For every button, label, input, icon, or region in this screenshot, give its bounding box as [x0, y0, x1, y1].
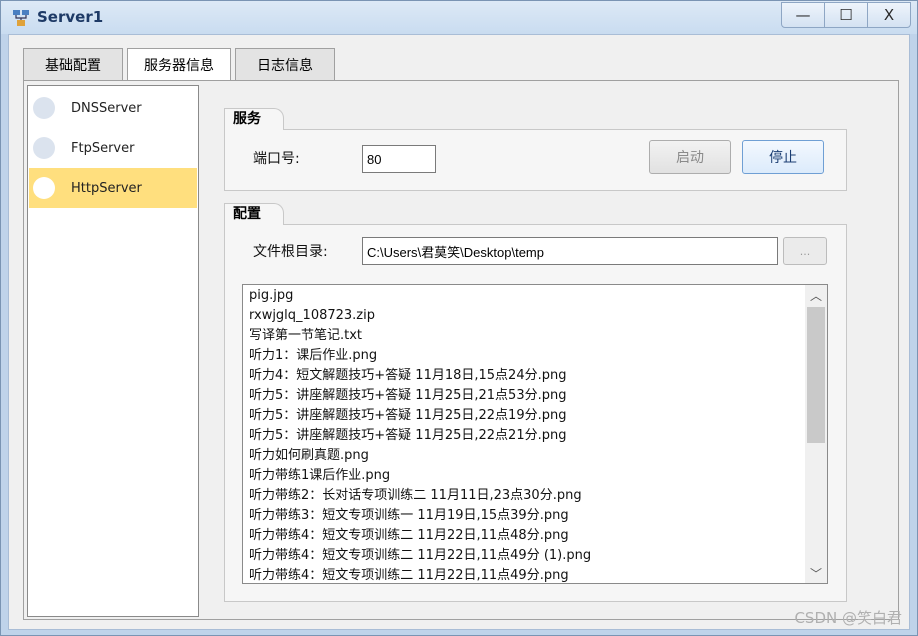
list-item[interactable]: 听力带练4：短文专项训练二 11月22日,11点49分.png — [249, 566, 569, 583]
maximize-button[interactable]: ☐ — [824, 2, 868, 28]
tab-log-info[interactable]: 日志信息 — [235, 48, 335, 80]
root-dir-label: 文件根目录: — [253, 244, 328, 260]
watermark: CSDN @笑白君 — [794, 609, 902, 627]
list-item[interactable]: 写译第一节笔记.txt — [249, 326, 362, 346]
window-title: Server1 — [37, 8, 104, 26]
server-list: DNSServer FtpServer HttpServer — [27, 85, 199, 617]
sidebar-item-label: FtpServer — [71, 140, 135, 156]
list-item[interactable]: 听力5：讲座解题技巧+答疑 11月25日,22点21分.png — [249, 426, 566, 446]
service-group-title: 服务 — [224, 108, 284, 130]
start-button[interactable]: 启动 — [649, 140, 731, 174]
list-item[interactable]: 听力5：讲座解题技巧+答疑 11月25日,21点53分.png — [249, 386, 566, 406]
service-group: 服务 端口号: 启动 停止 — [224, 108, 847, 191]
stop-button[interactable]: 停止 — [742, 140, 824, 174]
scroll-thumb[interactable] — [807, 307, 825, 443]
minimize-button[interactable]: — — [781, 2, 825, 28]
list-item[interactable]: 听力带练2：长对话专项训练二 11月11日,23点30分.png — [249, 486, 582, 506]
list-item[interactable]: 听力如何刷真题.png — [249, 446, 369, 466]
list-item[interactable]: 听力5：讲座解题技巧+答疑 11月25日,22点19分.png — [249, 406, 566, 426]
close-button[interactable]: X — [867, 2, 911, 28]
tab-basic-config[interactable]: 基础配置 — [23, 48, 123, 80]
file-list-scrollbar[interactable]: ︿ ﹀ — [805, 285, 827, 583]
list-item[interactable]: 听力带练4：短文专项训练二 11月22日,11点49分 (1).png — [249, 546, 591, 566]
sidebar-item-label: HttpServer — [71, 180, 142, 196]
list-item[interactable]: 听力4：短文解题技巧+答疑 11月18日,15点24分.png — [249, 366, 566, 386]
root-dir-field[interactable] — [362, 237, 778, 265]
server-status-icon — [33, 137, 55, 159]
list-item[interactable]: 听力带练3：短文专项训练一 11月19日,15点39分.png — [249, 506, 569, 526]
list-item[interactable]: 听力带练1课后作业.png — [249, 466, 390, 486]
config-group: 配置 文件根目录: ... pig.jpg rxwjglq_108723.zip… — [224, 203, 847, 602]
port-label: 端口号: — [253, 151, 300, 167]
chevron-up-icon[interactable]: ︿ — [805, 285, 827, 305]
file-list[interactable]: pig.jpg rxwjglq_108723.zip 写译第一节笔记.txt 听… — [242, 284, 828, 584]
client-area: 基础配置 服务器信息 日志信息 DNSServer FtpServer Http… — [8, 34, 910, 630]
list-item[interactable]: 听力带练4：短文专项训练二 11月22日,11点48分.png — [249, 526, 569, 546]
close-icon: X — [883, 6, 895, 24]
server-status-icon — [33, 177, 55, 199]
server-info-page: DNSServer FtpServer HttpServer 服务 端口号: 启… — [23, 80, 899, 620]
chevron-down-icon[interactable]: ﹀ — [805, 563, 827, 583]
title-bar[interactable]: Server1 — ☐ X — [1, 1, 917, 34]
list-item[interactable]: 听力1：课后作业.png — [249, 346, 377, 366]
tab-server-info[interactable]: 服务器信息 — [127, 48, 231, 80]
server-window: Server1 — ☐ X 基础配置 服务器信息 日志信息 DNSServer … — [0, 0, 918, 636]
sidebar-item-dnsserver[interactable]: DNSServer — [29, 88, 197, 128]
sidebar-item-ftpserver[interactable]: FtpServer — [29, 128, 197, 168]
sidebar-item-httpserver[interactable]: HttpServer — [29, 168, 197, 208]
sidebar-item-label: DNSServer — [71, 100, 142, 116]
list-item[interactable]: pig.jpg — [249, 286, 293, 306]
browse-button[interactable]: ... — [783, 237, 827, 265]
server-app-icon — [13, 10, 29, 26]
minimize-icon: — — [795, 6, 811, 24]
maximize-icon: ☐ — [839, 6, 853, 24]
server-status-icon — [33, 97, 55, 119]
port-field[interactable] — [362, 145, 436, 173]
config-group-title: 配置 — [224, 203, 284, 225]
list-item[interactable]: rxwjglq_108723.zip — [249, 306, 375, 326]
